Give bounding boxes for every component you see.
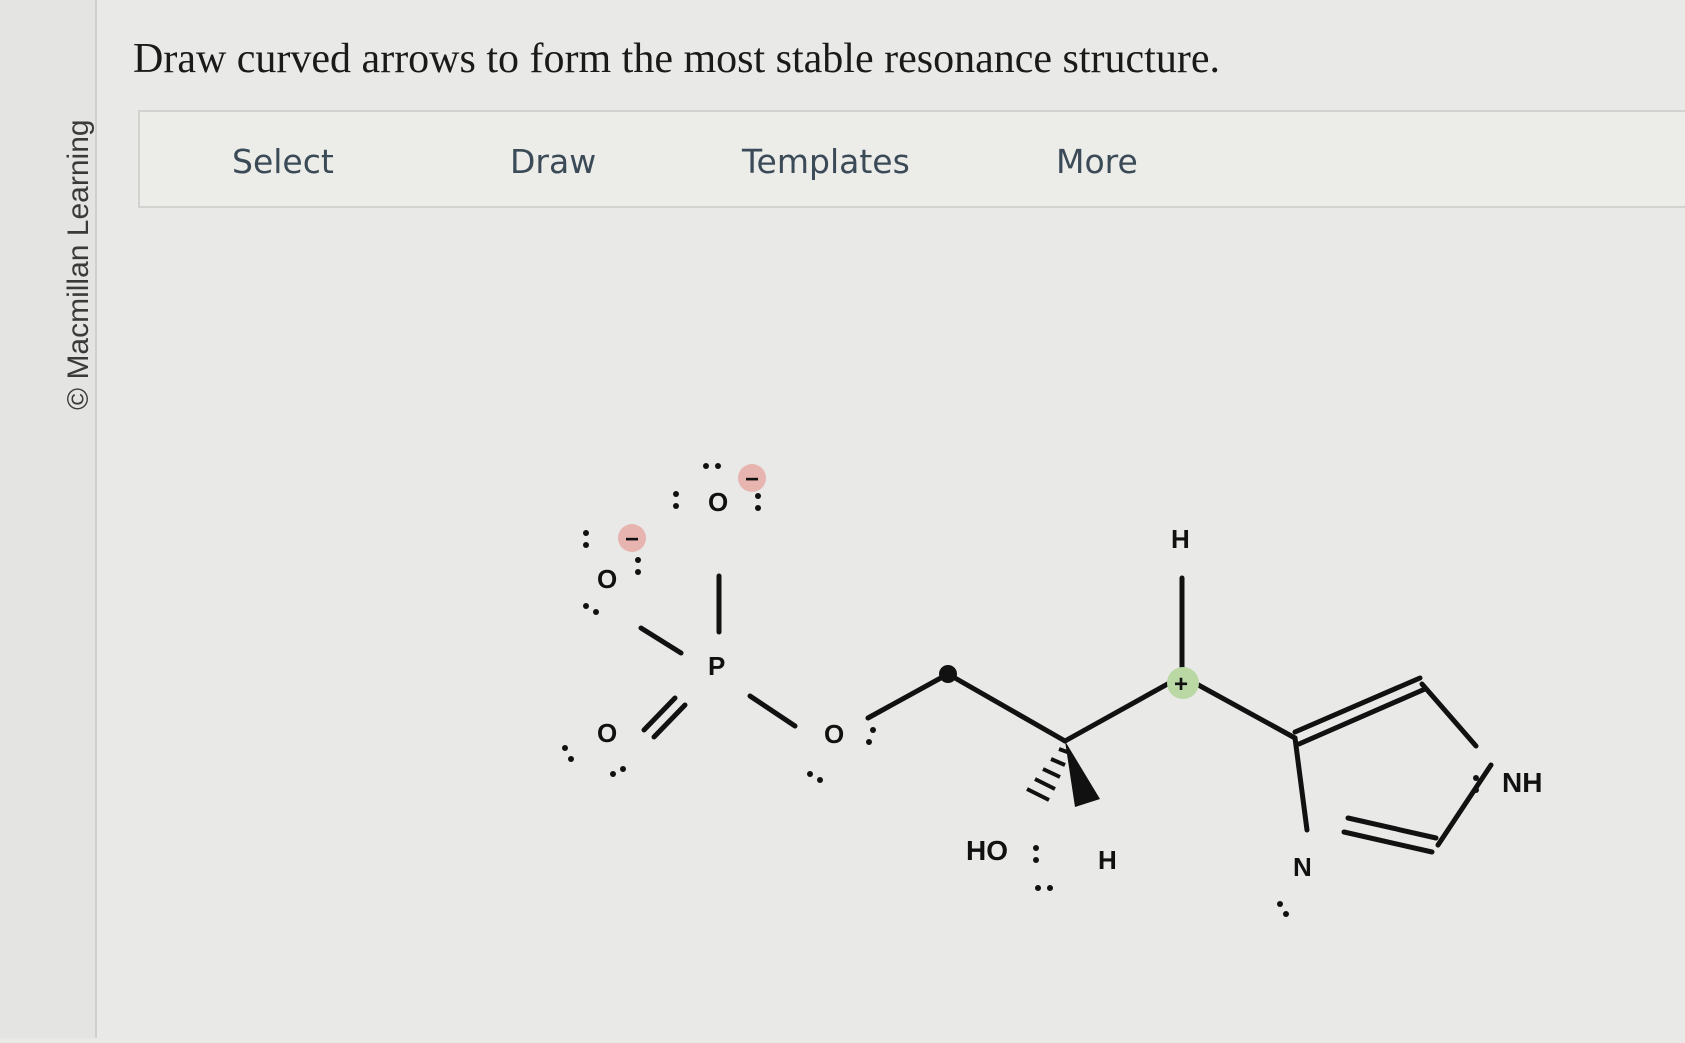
bond-p-o-left-upper[interactable] — [638, 625, 684, 656]
drawing-canvas[interactable]: O O O P O H HO H N NH − − + — [138, 208, 1685, 1038]
atom-p[interactable]: P — [708, 651, 725, 681]
hashed-wedge-bond[interactable] — [1026, 747, 1071, 802]
bond-cation-ring[interactable] — [1179, 673, 1298, 741]
charge-minus-top: − — [745, 466, 759, 493]
bond-ring-double-a[interactable] — [1292, 675, 1423, 735]
bond-p-o-double-a[interactable] — [641, 695, 678, 733]
bond-ring-double-b[interactable] — [1296, 686, 1428, 747]
bond-ring-n[interactable] — [1292, 735, 1310, 833]
bond-c-cation[interactable] — [1062, 673, 1185, 744]
question-prompt: Draw curved arrows to form the most stab… — [133, 36, 1220, 82]
atom-o-bridge[interactable]: O — [824, 719, 844, 749]
atom-o-left-upper[interactable]: O — [597, 564, 617, 594]
editor-toolbar: Select Draw Templates More — [138, 110, 1685, 208]
molecule-structure[interactable]: O O O P O H HO H N NH − − + — [138, 208, 1685, 1038]
bond-p-o-bridge[interactable] — [747, 693, 798, 729]
atom-h-wedge[interactable]: H — [1098, 845, 1117, 875]
draw-tool-button[interactable]: Draw — [510, 142, 596, 181]
atom-o-top[interactable]: O — [708, 487, 728, 517]
atom-ho[interactable]: HO — [966, 835, 1008, 866]
more-tool-button[interactable]: More — [1056, 142, 1138, 181]
templates-tool-button[interactable]: Templates — [742, 142, 910, 181]
copyright-label: © Macmillan Learning — [62, 119, 95, 410]
charge-plus-cation: + — [1174, 671, 1188, 698]
atom-o-left-lower[interactable]: O — [597, 718, 617, 748]
atom-nh[interactable]: NH — [1502, 767, 1542, 798]
bond-p-o-double-b[interactable] — [651, 702, 688, 740]
atom-n[interactable]: N — [1293, 852, 1312, 882]
solid-wedge-bond[interactable] — [1065, 741, 1100, 807]
carbon-dot[interactable] — [939, 665, 957, 683]
bond-ch2-c[interactable] — [945, 671, 1068, 744]
lone-pairs — [562, 463, 1479, 917]
bond-nh-c[interactable] — [1435, 762, 1494, 848]
select-tool-button[interactable]: Select — [232, 142, 334, 181]
bond-c-nh[interactable] — [1419, 681, 1479, 749]
charge-minus-left: − — [625, 526, 639, 553]
bond-o-ch2[interactable] — [865, 671, 951, 721]
atom-h-top[interactable]: H — [1171, 524, 1190, 554]
